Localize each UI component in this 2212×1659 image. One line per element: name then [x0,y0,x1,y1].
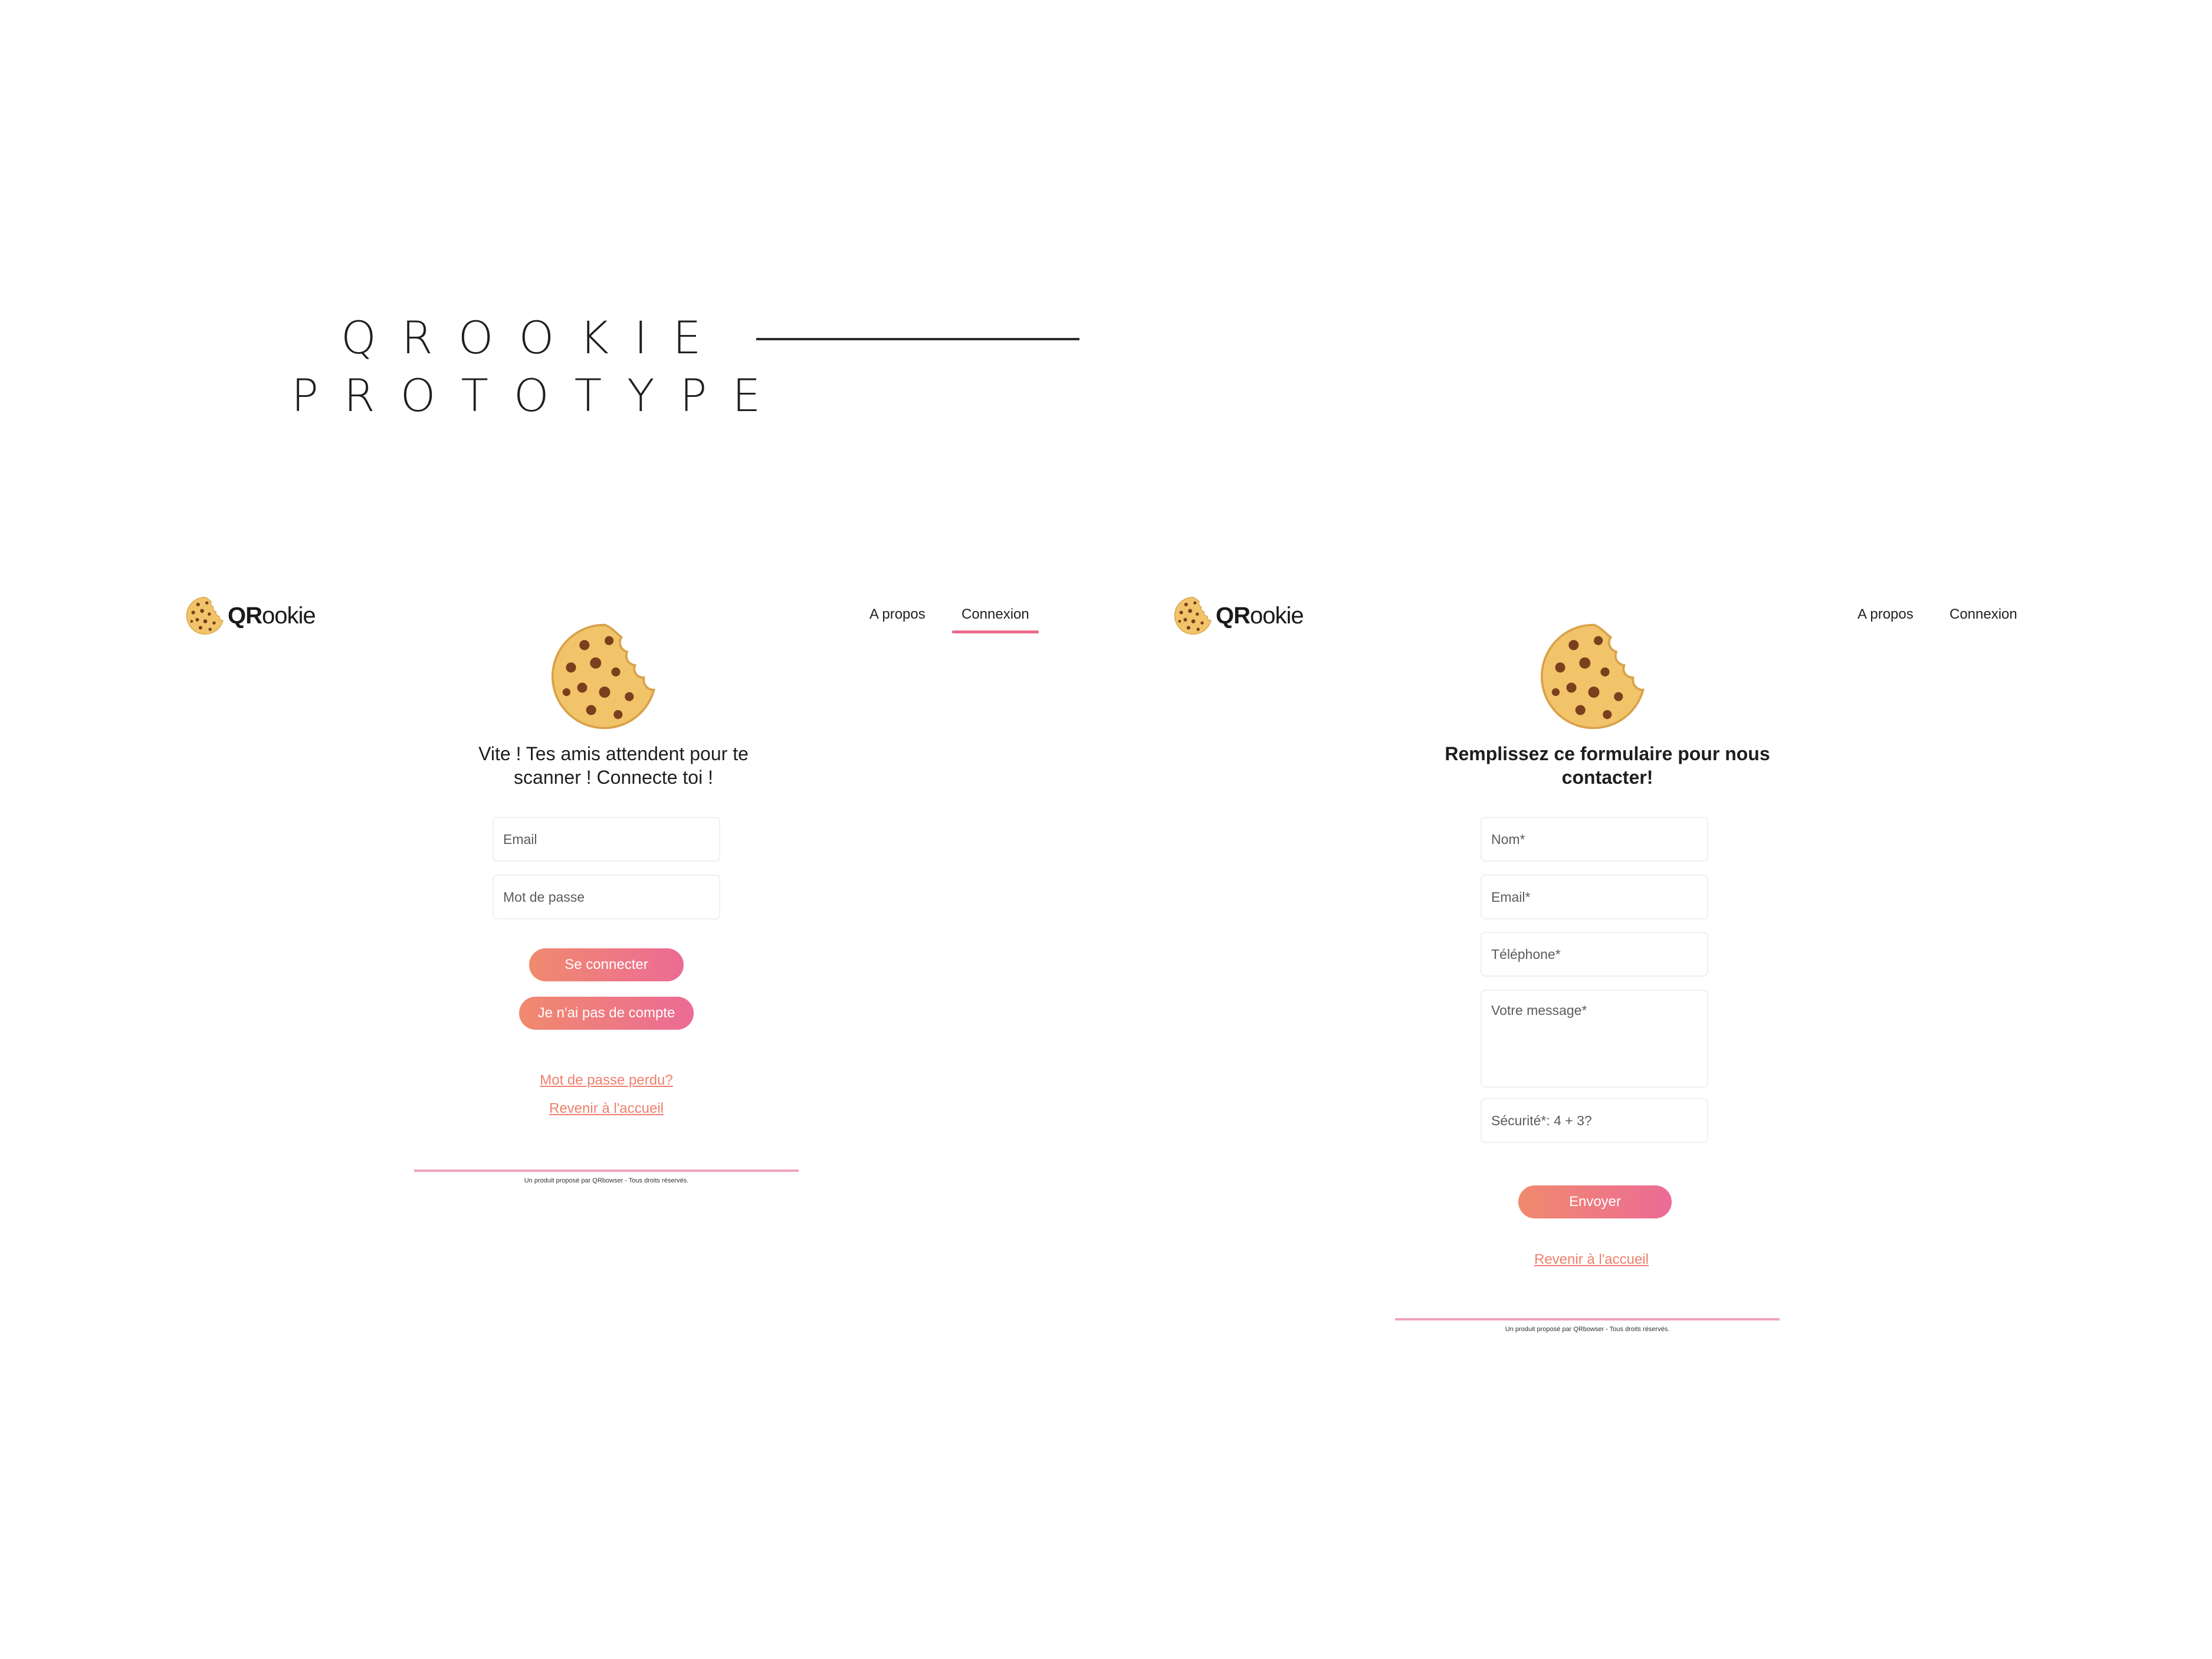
email-input[interactable] [1481,875,1708,919]
page-subtitle: PROTOTYPE [291,369,786,422]
logo[interactable]: QRookie [185,596,316,636]
title-divider [756,338,1079,340]
message-textarea[interactable] [1481,990,1708,1088]
footer-divider [1395,1318,1780,1320]
home-link[interactable]: Revenir à l'accueil [441,1100,772,1117]
logo[interactable]: QRookie [1173,596,1304,636]
footer-text: Un produit proposé par QRbowser - Tous d… [1505,1326,1670,1333]
email-input[interactable] [493,817,720,862]
phone-input[interactable] [1481,932,1708,977]
logo-text: QRookie [1216,602,1304,629]
nav-login[interactable]: Connexion [1950,606,2017,623]
contact-headline: Remplissez ce formulaire pour nous conta… [1445,743,1770,788]
forgot-password-link[interactable]: Mot de passe perdu? [441,1072,772,1089]
contact-screen: QRookie A propos Connexion Remplissez ce… [1165,584,2073,1386]
send-button[interactable]: Envoyer [1518,1185,1672,1218]
home-link[interactable]: Revenir à l'accueil [1426,1251,1757,1268]
cookie-icon [1173,596,1213,636]
cookie-icon [185,596,225,636]
security-input[interactable] [1481,1098,1708,1143]
nav-about[interactable]: A propos [869,606,926,623]
bitten-cookie-icon [549,620,661,732]
login-button[interactable]: Se connecter [529,948,684,981]
nav-about[interactable]: A propos [1857,606,1914,623]
footer-text: Un produit proposé par QRbowser - Tous d… [524,1177,689,1184]
nav-login[interactable]: Connexion [952,606,1039,633]
login-headline: Vite ! Tes amis attendent pour te scanne… [478,743,749,788]
login-screen: QRookie A propos Connexion Vite ! Tes am… [177,584,1085,1386]
bitten-cookie-icon [1538,620,1650,732]
name-input[interactable] [1481,817,1708,862]
footer-divider [414,1169,799,1172]
no-account-button[interactable]: Je n'ai pas de compte [519,997,694,1030]
logo-text: QRookie [228,602,316,629]
page-title: QROOKIE [341,311,727,364]
password-input[interactable] [493,875,720,919]
